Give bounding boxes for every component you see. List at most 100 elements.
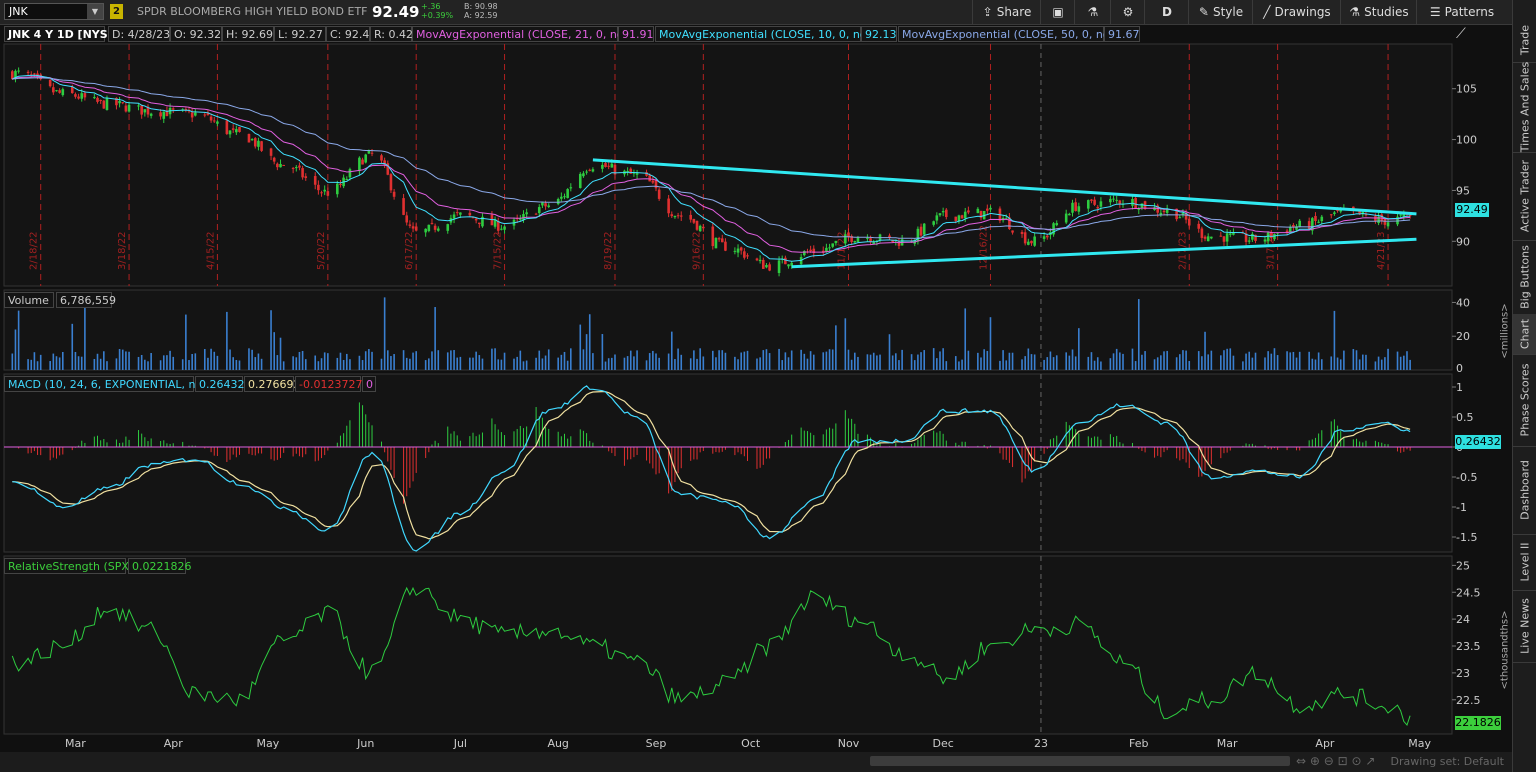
rs-tag: 22.1826 [1455, 716, 1501, 730]
candle-body [1206, 236, 1210, 242]
candle-body [720, 238, 724, 243]
volume-bar [560, 354, 563, 370]
month-tick-label: Apr [164, 737, 184, 750]
candle-body [935, 215, 939, 221]
candle-body [1247, 240, 1251, 242]
candle-body [121, 102, 125, 104]
sidebar-tab-chart[interactable]: Chart [1513, 314, 1536, 355]
candle-body [171, 108, 175, 110]
horizontal-scrollbar[interactable] [870, 756, 1290, 766]
candle-body [149, 113, 153, 116]
volume-axis-tick-label: 0 [1456, 362, 1463, 375]
volume-bar [424, 360, 427, 370]
volume-bar [30, 359, 33, 370]
volume-label[interactable]: Volume [4, 292, 54, 308]
volume-bar [721, 350, 724, 370]
volume-bar [563, 351, 566, 370]
volume-bar [301, 350, 304, 370]
candle-body [500, 228, 503, 230]
candle-body [657, 189, 661, 199]
sidebar-tab-phase-scores[interactable]: Phase Scores [1513, 354, 1536, 447]
volume-bar [380, 358, 383, 370]
volume-bar [891, 355, 894, 370]
chart-tools-icon[interactable]: ⟋ [1456, 26, 1466, 42]
candle-body [52, 87, 55, 93]
volume-bar [1343, 350, 1345, 370]
sidebar-tab-trade[interactable]: Trade [1513, 18, 1536, 63]
candle-body [159, 112, 162, 117]
volume-bar [1362, 354, 1364, 370]
volume-bar [803, 353, 806, 370]
volume-bar [1115, 348, 1118, 370]
candle-body [496, 221, 500, 231]
sidebar-tab-dashboard[interactable]: Dashboard [1513, 446, 1536, 535]
candle-body [1307, 221, 1311, 230]
macd-panel[interactable] [3, 373, 1453, 553]
volume-bar [1333, 310, 1336, 370]
volume-bar [967, 350, 970, 370]
candle-body [563, 196, 566, 198]
volume-bar [11, 353, 14, 370]
candle-body [547, 205, 551, 207]
volume-bar [251, 349, 253, 370]
volume-bar [939, 351, 941, 370]
volume-bar [144, 359, 146, 370]
zoom-controls[interactable]: ⇔ ⊕ ⊖ ⊡ ⊙ ↗ [1296, 754, 1375, 768]
candle-body [739, 247, 743, 251]
rs-panel[interactable] [3, 555, 1453, 735]
price-panel[interactable] [3, 43, 1453, 287]
candle-body [1112, 198, 1115, 200]
sidebar-tab-active-trader[interactable]: Active Trader [1513, 152, 1536, 241]
volume-bar [1109, 358, 1112, 370]
candle-body [1210, 236, 1213, 239]
volume-bar [349, 359, 351, 370]
candle-body [430, 222, 434, 224]
volume-bar [342, 359, 345, 370]
candle-body [1077, 206, 1081, 212]
sidebar-tab-live-news[interactable]: Live News [1513, 590, 1536, 663]
volume-bar [850, 359, 853, 370]
volume-bar [323, 352, 326, 370]
rs-label[interactable]: RelativeStrength (SPX) [4, 558, 133, 574]
candle-body [118, 100, 121, 104]
volume-bar [1295, 357, 1298, 370]
volume-bar [869, 354, 872, 370]
candle-body [1030, 240, 1033, 244]
volume-bar [481, 358, 484, 370]
volume-bar [437, 350, 440, 370]
sidebar-tab-big-buttons[interactable]: Big Buttons [1513, 240, 1536, 315]
candle-body [1045, 235, 1049, 238]
volume-bar [358, 355, 361, 370]
volume-bar [497, 359, 500, 370]
event-date-label: 5/20/22 [316, 231, 327, 270]
volume-bar [456, 357, 459, 370]
candle-body [755, 258, 759, 261]
volume-bar [541, 358, 544, 370]
event-date-label: 3/18/22 [117, 231, 128, 270]
volume-bar [1220, 355, 1222, 370]
sidebar-tab-label: Level II [1518, 542, 1532, 582]
candle-body [250, 139, 254, 141]
candle-body [1380, 214, 1384, 221]
candle-body [1033, 236, 1036, 246]
macd-axis-tick-label: -0.5 [1456, 471, 1477, 484]
sidebar-tab-level-ii[interactable]: Level II [1513, 534, 1536, 591]
volume-bar [207, 357, 209, 370]
candle-body [610, 163, 614, 168]
volume-panel[interactable] [3, 289, 1453, 371]
volume-bar [1131, 348, 1134, 370]
candle-body [604, 163, 607, 168]
candle-body [1011, 230, 1014, 233]
candle-body [358, 157, 361, 172]
candle-body [48, 79, 52, 87]
price-axis-tick-label: 95 [1456, 184, 1470, 197]
candle-body [522, 214, 525, 220]
macd-axis-tick-label: -1.5 [1456, 531, 1477, 544]
volume-bar [917, 354, 919, 370]
macd-zero: 0 [362, 376, 376, 392]
volume-bar [475, 351, 477, 370]
volume-bar [52, 353, 55, 370]
volume-bar [84, 307, 86, 370]
sidebar-tab-times-and-sales[interactable]: Times And Sales [1513, 62, 1536, 153]
macd-label[interactable]: MACD (10, 24, 6, EXPONENTIAL, no) [4, 376, 207, 392]
